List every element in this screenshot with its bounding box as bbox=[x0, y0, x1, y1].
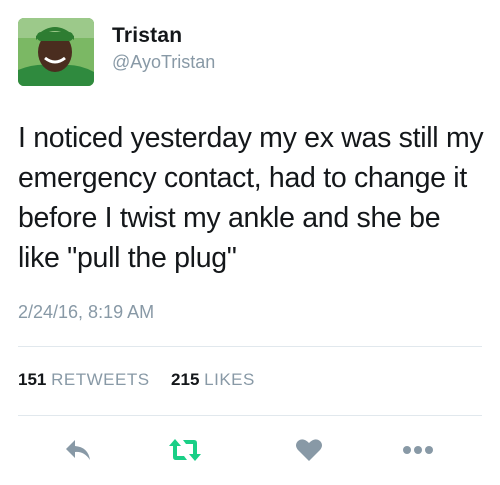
divider bbox=[18, 415, 482, 416]
retweet-button[interactable] bbox=[165, 430, 205, 470]
retweet-icon bbox=[169, 439, 201, 461]
more-button[interactable] bbox=[398, 430, 438, 470]
reply-icon bbox=[66, 440, 90, 460]
tweet-actions bbox=[0, 430, 500, 470]
avatar[interactable] bbox=[18, 18, 94, 86]
tweet-text: I noticed yesterday my ex was still my e… bbox=[18, 122, 484, 274]
heart-icon bbox=[296, 439, 322, 461]
tweet-card: Tristan @AyoTristan I noticed yesterday … bbox=[0, 0, 500, 485]
divider bbox=[18, 346, 482, 347]
avatar-image bbox=[18, 18, 94, 86]
tweet-stats: 151 RETWEETS 215 LIKES bbox=[18, 370, 255, 390]
retweets-label[interactable]: RETWEETS bbox=[51, 370, 149, 389]
display-name[interactable]: Tristan bbox=[112, 24, 182, 48]
likes-label[interactable]: LIKES bbox=[204, 370, 255, 389]
user-handle[interactable]: @AyoTristan bbox=[112, 52, 215, 73]
more-dots-icon bbox=[403, 446, 433, 454]
like-button[interactable] bbox=[289, 430, 329, 470]
tweet-timestamp[interactable]: 2/24/16, 8:19 AM bbox=[18, 302, 154, 323]
likes-count[interactable]: 215 bbox=[171, 370, 199, 389]
retweets-count[interactable]: 151 bbox=[18, 370, 46, 389]
reply-button[interactable] bbox=[58, 430, 98, 470]
